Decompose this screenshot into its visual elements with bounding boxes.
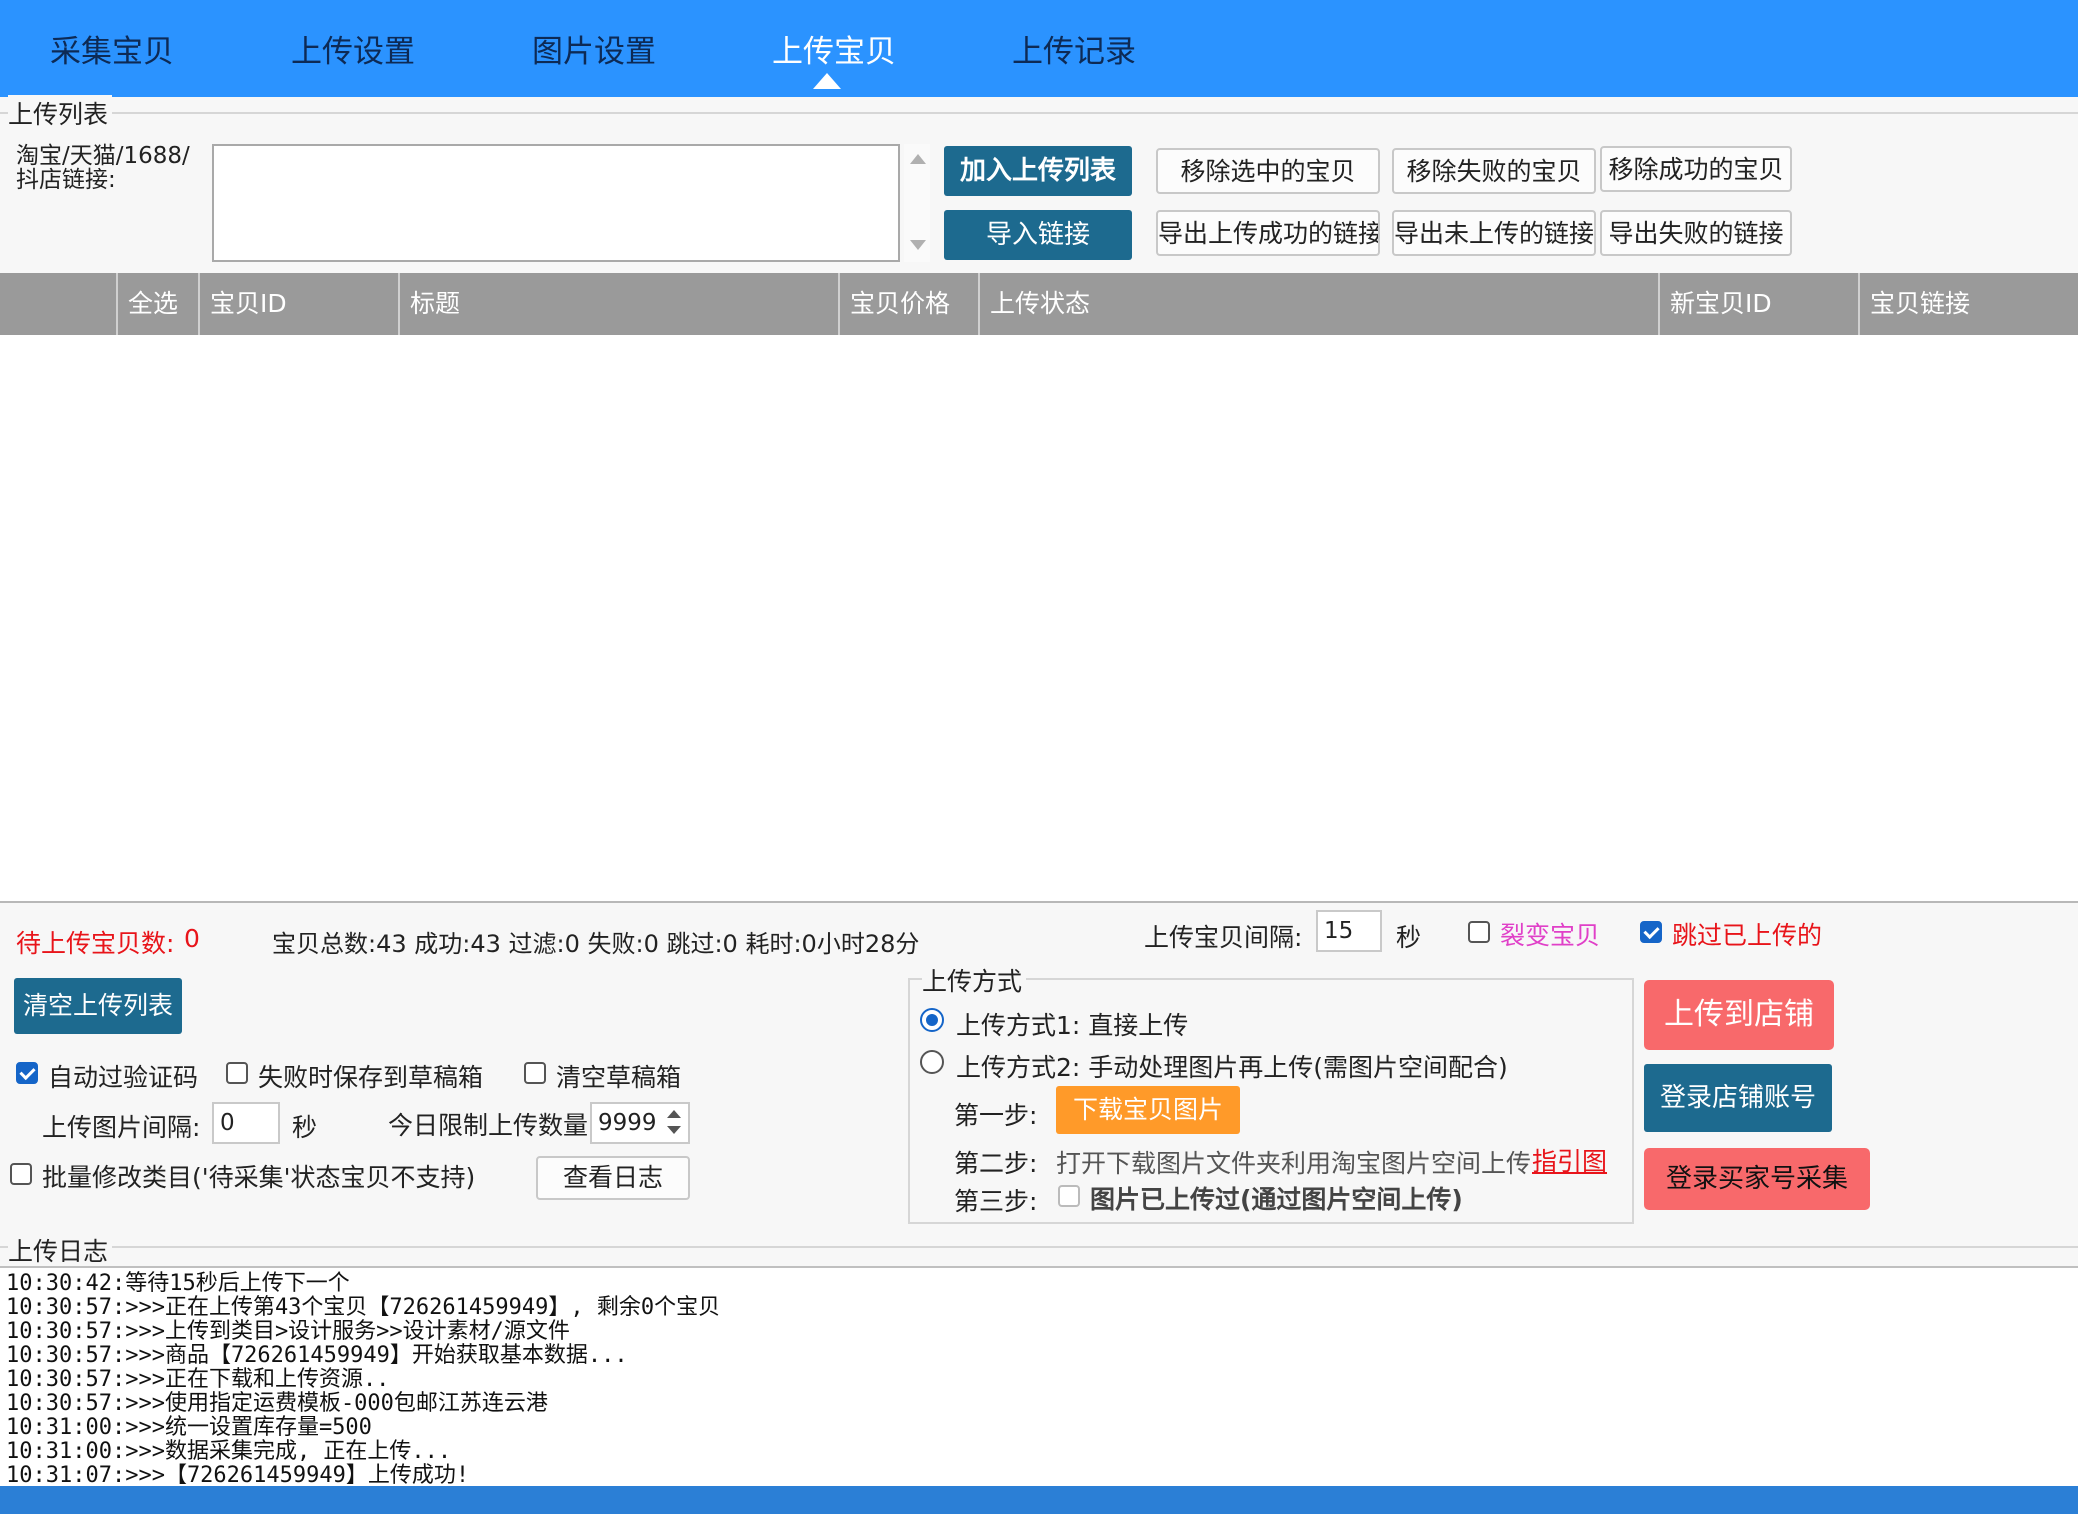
skip-uploaded-label[interactable]: 跳过已上传的 (1672, 916, 1822, 952)
log-line: 10:30:57:>>>商品【726261459949】开始获取基本数据... (6, 1343, 628, 1368)
column-item-link[interactable]: 宝贝链接 (1858, 273, 2078, 335)
item-interval-unit: 秒 (1396, 923, 1422, 952)
step2-label: 第二步: (954, 1149, 1038, 1178)
log-line: 10:30:57:>>>使用指定运费模板-000包邮江苏连云港 (6, 1391, 548, 1416)
tab-upload-items[interactable]: 上传宝贝 (772, 26, 896, 71)
upload-log-area[interactable]: 10:30:42:等待15秒后上传下一个 10:30:57:>>>正在上传第43… (0, 1266, 2078, 1492)
log-line: 10:30:57:>>>正在上传第43个宝贝【726261459949】, 剩余… (6, 1295, 721, 1320)
tab-image-settings[interactable]: 图片设置 (532, 26, 656, 71)
remove-failed-button[interactable]: 移除失败的宝贝 (1392, 148, 1596, 194)
column-item-id[interactable]: 宝贝ID (198, 273, 398, 335)
log-line: 10:30:57:>>>上传到类目>设计服务>>设计素材/源文件 (6, 1319, 570, 1344)
tab-collect[interactable]: 采集宝贝 (50, 26, 174, 71)
status-bar (0, 1486, 2078, 1514)
tab-upload-records[interactable]: 上传记录 (1012, 26, 1136, 71)
textarea-scrollbar[interactable] (904, 144, 930, 262)
column-price[interactable]: 宝贝价格 (838, 273, 978, 335)
clear-draft-label[interactable]: 清空草稿箱 (556, 1058, 681, 1094)
upload-list-group-label: 上传列表 (8, 95, 113, 131)
upload-table-body[interactable] (0, 335, 2078, 903)
guide-link[interactable]: 指引图 (1532, 1142, 1607, 1178)
active-tab-indicator-icon (813, 73, 841, 89)
column-title[interactable]: 标题 (398, 273, 838, 335)
images-uploaded-label[interactable]: 图片已上传过(通过图片空间上传) (1090, 1180, 1463, 1216)
group-divider (0, 112, 2078, 114)
method2-radio[interactable] (920, 1050, 944, 1074)
login-store-button[interactable]: 登录店铺账号 (1644, 1064, 1832, 1132)
upload-to-store-button[interactable]: 上传到店铺 (1644, 980, 1834, 1050)
batch-category-checkbox[interactable] (10, 1163, 32, 1185)
remove-selected-button[interactable]: 移除选中的宝贝 (1156, 148, 1380, 194)
column-select-all[interactable]: 全选 (116, 273, 198, 335)
link-textarea[interactable] (212, 144, 900, 262)
link-label-line2: 抖店链接: (16, 167, 116, 193)
skip-uploaded-checkbox[interactable] (1640, 921, 1662, 943)
stepper-down-icon[interactable] (667, 1126, 681, 1134)
export-not-uploaded-links-button[interactable]: 导出未上传的链接 (1392, 210, 1596, 256)
tab-upload-settings[interactable]: 上传设置 (291, 26, 415, 71)
item-interval-label: 上传宝贝间隔: (1144, 923, 1303, 952)
method2-label[interactable]: 上传方式2: 手动处理图片再上传(需图片空间配合) (956, 1048, 1508, 1084)
login-buyer-button[interactable]: 登录买家号采集 (1644, 1148, 1870, 1210)
link-label: 淘宝/天猫/1688/ 抖店链接: (16, 144, 190, 192)
images-uploaded-checkbox[interactable] (1058, 1185, 1080, 1207)
auto-captcha-label[interactable]: 自动过验证码 (48, 1058, 198, 1094)
item-interval-input[interactable]: 15 (1316, 910, 1382, 952)
column-upload-status[interactable]: 上传状态 (978, 273, 1658, 335)
log-line: 10:31:00:>>>统一设置库存量=500 (6, 1415, 372, 1440)
view-log-button[interactable]: 查看日志 (536, 1156, 690, 1200)
scroll-up-icon[interactable] (910, 154, 926, 164)
step3-label: 第三步: (954, 1187, 1038, 1216)
step2-text: 打开下载图片文件夹利用淘宝图片空间上传 (1056, 1149, 1532, 1178)
fission-label[interactable]: 裂变宝贝 (1500, 916, 1600, 952)
upload-method-label: 上传方式 (922, 962, 1027, 998)
log-divider (0, 1246, 2078, 1248)
import-links-button[interactable]: 导入链接 (944, 210, 1132, 260)
batch-category-label[interactable]: 批量修改类目('待采集'状态宝贝不支持) (42, 1158, 475, 1194)
clear-draft-checkbox[interactable] (524, 1062, 546, 1084)
scroll-down-icon[interactable] (910, 240, 926, 250)
pending-count-value: 0 (184, 924, 200, 953)
download-images-button[interactable]: 下载宝贝图片 (1056, 1086, 1240, 1134)
save-draft-label[interactable]: 失败时保存到草稿箱 (258, 1058, 483, 1094)
daily-limit-stepper[interactable] (660, 1104, 688, 1142)
top-nav: 采集宝贝 上传设置 图片设置 上传宝贝 上传记录 (0, 0, 2078, 97)
remove-success-button[interactable]: 移除成功的宝贝 (1600, 146, 1792, 192)
image-interval-input[interactable]: 0 (212, 1102, 280, 1144)
daily-limit-label: 今日限制上传数量 (388, 1111, 589, 1140)
export-success-links-button[interactable]: 导出上传成功的链接 (1156, 210, 1380, 256)
log-line: 10:30:42:等待15秒后上传下一个 (6, 1271, 350, 1296)
upload-log-label: 上传日志 (8, 1232, 113, 1268)
method1-label[interactable]: 上传方式1: 直接上传 (956, 1006, 1188, 1042)
table-header: 全选 宝贝ID 标题 宝贝价格 上传状态 新宝贝ID 宝贝链接 (0, 273, 2078, 335)
export-failed-links-button[interactable]: 导出失败的链接 (1600, 210, 1792, 256)
auto-captcha-checkbox[interactable] (16, 1062, 38, 1084)
image-interval-label: 上传图片间隔: (42, 1113, 201, 1142)
log-line: 10:31:07:>>>【726261459949】上传成功! (6, 1463, 470, 1488)
column-new-item-id[interactable]: 新宝贝ID (1658, 273, 1858, 335)
link-label-line1: 淘宝/天猫/1688/ (16, 143, 190, 169)
stepper-up-icon[interactable] (667, 1110, 681, 1118)
add-to-upload-list-button[interactable]: 加入上传列表 (944, 146, 1132, 196)
log-line: 10:30:57:>>>正在下载和上传资源.. (6, 1367, 390, 1392)
fission-checkbox[interactable] (1468, 921, 1490, 943)
upload-summary: 宝贝总数:43 成功:43 过滤:0 失败:0 跳过:0 耗时:0小时28分 (272, 930, 920, 958)
image-interval-unit: 秒 (292, 1113, 318, 1142)
pending-count-label: 待上传宝贝数: (16, 929, 175, 958)
clear-upload-list-button[interactable]: 清空上传列表 (14, 978, 182, 1034)
save-draft-checkbox[interactable] (226, 1062, 248, 1084)
log-line: 10:31:00:>>>数据采集完成, 正在上传... (6, 1439, 452, 1464)
method1-radio[interactable] (920, 1008, 944, 1032)
step1-label: 第一步: (954, 1101, 1038, 1130)
